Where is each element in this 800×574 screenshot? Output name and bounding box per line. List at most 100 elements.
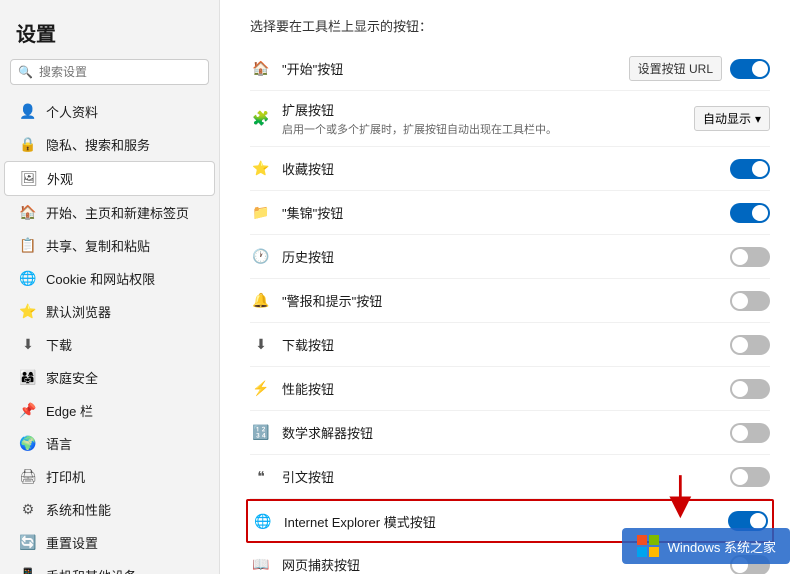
sidebar-item-profile[interactable]: 👤 个人资料 <box>4 95 215 128</box>
toggle-start_btn[interactable] <box>730 59 770 79</box>
sidebar-item-cookies[interactable]: 🌐 Cookie 和网站权限 <box>4 262 215 295</box>
ie_btn-icon: 🌐 <box>252 510 274 532</box>
toolbar-row-collect_btn: 📁 "集锦"按钮 <box>250 191 770 235</box>
sidebar-item-languages[interactable]: 🌍 语言 <box>4 427 215 460</box>
share-icon: 📋 <box>20 238 36 254</box>
edgebar-label: Edge 栏 <box>46 401 93 420</box>
sidebar-item-downloads[interactable]: ⬇ 下载 <box>4 328 215 361</box>
download_btn-label: 下载按钮 <box>282 335 730 354</box>
math_btn-control <box>730 423 770 443</box>
history_btn-icon: 🕐 <box>250 246 272 268</box>
watermark-text: Windows 系统之家 <box>668 537 776 556</box>
profile-icon: 👤 <box>20 104 36 120</box>
download_btn-icon: ⬇ <box>250 334 272 356</box>
family-label: 家庭安全 <box>46 368 98 387</box>
default-label: 默认浏览器 <box>46 302 111 321</box>
perf_btn-icon: ⚡ <box>250 378 272 400</box>
toolbar-row-math_btn: 🔢 数学求解器按钮 <box>250 411 770 455</box>
settings-title: 设置 <box>0 10 219 59</box>
toggle-collect_btn[interactable] <box>730 203 770 223</box>
sidebar: 设置 🔍 👤 个人资料 🔒 隐私、搜索和服务 🖼 外观 🏠 开始、主页和新建标签… <box>0 0 220 574</box>
quote_btn-label: 引文按钮 <box>282 467 730 486</box>
search-input[interactable] <box>10 59 209 85</box>
toolbar-row-alerts_btn: 🔔 "警报和提示"按钮 <box>250 279 770 323</box>
mobile-icon: 📱 <box>20 568 36 574</box>
cookies-icon: 🌐 <box>20 271 36 287</box>
cookies-label: Cookie 和网站权限 <box>46 269 155 288</box>
sidebar-item-default[interactable]: ⭐ 默认浏览器 <box>4 295 215 328</box>
collect_btn-icon: 📁 <box>250 202 272 224</box>
toolbar-row-history_btn: 🕐 历史按钮 <box>250 235 770 279</box>
ext_btn-icon: 🧩 <box>250 108 272 130</box>
toggle-quote_btn[interactable] <box>730 467 770 487</box>
downloads-icon: ⬇ <box>20 337 36 353</box>
fav_btn-icon: ⭐ <box>250 158 272 180</box>
toggle-alerts_btn[interactable] <box>730 291 770 311</box>
sidebar-item-start[interactable]: 🏠 开始、主页和新建标签页 <box>4 196 215 229</box>
quote_btn-icon: ❝ <box>250 466 272 488</box>
appearance-label: 外观 <box>47 169 73 188</box>
toolbar-row-quote_btn: ❝ 引文按钮 <box>250 455 770 499</box>
toolbar-row-fav_btn: ⭐ 收藏按钮 <box>250 147 770 191</box>
collect_btn-control <box>730 203 770 223</box>
edgebar-icon: 📌 <box>20 403 36 419</box>
alerts_btn-control <box>730 291 770 311</box>
toolbar-row-start_btn: 🏠 "开始"按钮 设置按钮 URL <box>250 47 770 91</box>
dropdown-label: 自动显示 <box>703 110 751 127</box>
ext_btn-control: 自动显示 ▾ <box>694 106 770 131</box>
toggle-history_btn[interactable] <box>730 247 770 267</box>
sidebar-item-privacy[interactable]: 🔒 隐私、搜索和服务 <box>4 128 215 161</box>
reset-icon: 🔄 <box>20 535 36 551</box>
start_btn-icon: 🏠 <box>250 58 272 80</box>
downloads-label: 下载 <box>46 335 72 354</box>
dropdown-ext_btn[interactable]: 自动显示 ▾ <box>694 106 770 131</box>
sidebar-item-reset[interactable]: 🔄 重置设置 <box>4 526 215 559</box>
fav_btn-control <box>730 159 770 179</box>
toggle-fav_btn[interactable] <box>730 159 770 179</box>
url-button[interactable]: 设置按钮 URL <box>629 56 722 81</box>
start_btn-control: 设置按钮 URL <box>629 56 770 81</box>
privacy-label: 隐私、搜索和服务 <box>46 135 150 154</box>
toolbar-row-ext_btn: 🧩 扩展按钮 启用一个或多个扩展时，扩展按钮自动出现在工具栏中。 自动显示 ▾ <box>250 91 770 147</box>
watermark: Windows 系统之家 <box>622 528 790 564</box>
default-icon: ⭐ <box>20 304 36 320</box>
mobile-label: 手机和其他设备 <box>46 566 137 574</box>
sidebar-item-mobile[interactable]: 📱 手机和其他设备 <box>4 559 215 574</box>
download_btn-control <box>730 335 770 355</box>
alerts_btn-label: "警报和提示"按钮 <box>282 291 730 310</box>
quote_btn-control <box>730 467 770 487</box>
toggle-math_btn[interactable] <box>730 423 770 443</box>
sidebar-item-system[interactable]: ⚙ 系统和性能 <box>4 493 215 526</box>
chevron-down-icon: ▾ <box>755 112 761 126</box>
system-icon: ⚙ <box>20 502 36 518</box>
sidebar-item-print[interactable]: 🖨 打印机 <box>4 460 215 493</box>
section-title: 选择要在工具栏上显示的按钮： <box>250 10 770 35</box>
toolbar-rows-container: 🏠 "开始"按钮 设置按钮 URL 🧩 扩展按钮 启用一个或多个扩展时，扩展按钮… <box>250 47 770 574</box>
history_btn-control <box>730 247 770 267</box>
immersive_btn-icon: 📖 <box>250 554 272 574</box>
sidebar-item-edgebar[interactable]: 📌 Edge 栏 <box>4 394 215 427</box>
sidebar-nav: 👤 个人资料 🔒 隐私、搜索和服务 🖼 外观 🏠 开始、主页和新建标签页 📋 共… <box>0 95 219 574</box>
print-icon: 🖨 <box>20 469 36 485</box>
fav_btn-label: 收藏按钮 <box>282 159 730 178</box>
profile-label: 个人资料 <box>46 102 98 121</box>
appearance-icon: 🖼 <box>21 171 37 187</box>
start_btn-label: "开始"按钮 <box>282 59 629 78</box>
math_btn-label: 数学求解器按钮 <box>282 423 730 442</box>
print-label: 打印机 <box>46 467 85 486</box>
start-icon: 🏠 <box>20 205 36 221</box>
toolbar-row-perf_btn: ⚡ 性能按钮 <box>250 367 770 411</box>
collect_btn-label: "集锦"按钮 <box>282 203 730 222</box>
system-label: 系统和性能 <box>46 500 111 519</box>
languages-icon: 🌍 <box>20 436 36 452</box>
main-content: 选择要在工具栏上显示的按钮： 🏠 "开始"按钮 设置按钮 URL 🧩 扩展按钮 … <box>220 0 800 574</box>
languages-label: 语言 <box>46 434 72 453</box>
toggle-download_btn[interactable] <box>730 335 770 355</box>
sidebar-item-share[interactable]: 📋 共享、复制和粘贴 <box>4 229 215 262</box>
sidebar-item-family[interactable]: 👨‍👩‍👧 家庭安全 <box>4 361 215 394</box>
history_btn-label: 历史按钮 <box>282 247 730 266</box>
sidebar-item-appearance[interactable]: 🖼 外观 <box>4 161 215 196</box>
reset-label: 重置设置 <box>46 533 98 552</box>
toggle-perf_btn[interactable] <box>730 379 770 399</box>
ext_btn-sublabel: 启用一个或多个扩展时，扩展按钮自动出现在工具栏中。 <box>282 121 694 137</box>
